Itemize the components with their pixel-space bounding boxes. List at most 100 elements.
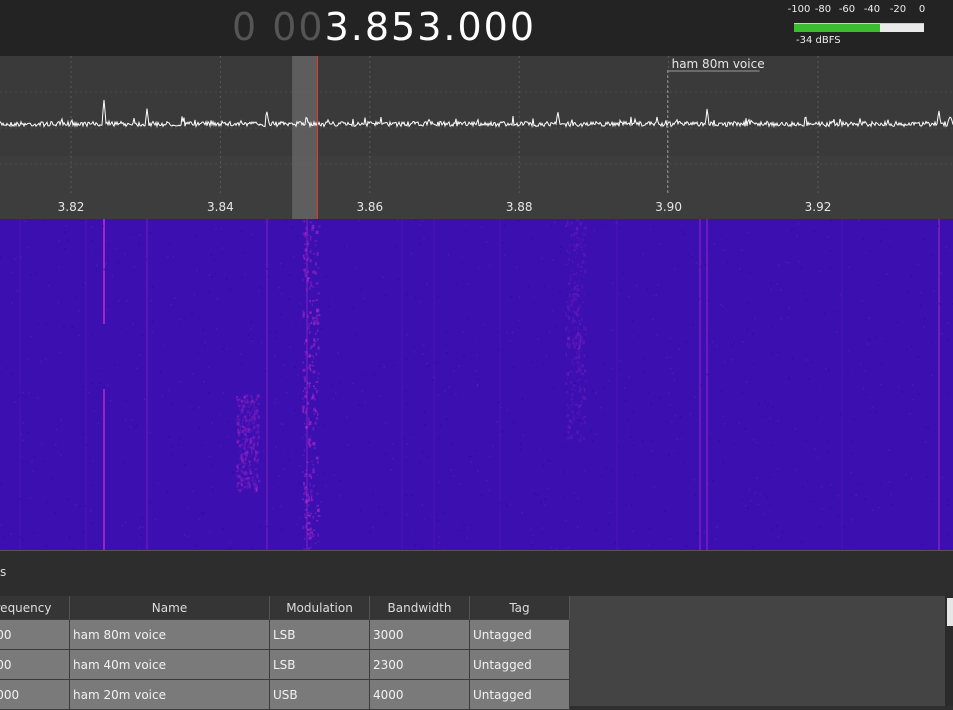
- waterfall-signal-dot: [310, 236, 312, 238]
- waterfall-noise: [721, 390, 723, 392]
- waterfall-noise: [438, 296, 440, 298]
- column-header-bandwidth[interactable]: Bandwidth: [370, 596, 470, 620]
- waterfall-noise: [463, 525, 465, 527]
- waterfall-signal-dot: [255, 454, 257, 457]
- column-header-modulation[interactable]: Modulation: [270, 596, 370, 620]
- waterfall-signal-dot: [311, 461, 313, 462]
- bookmarks-table[interactable]: requency Name Modulation Bandwidth Tag 0…: [0, 596, 945, 706]
- waterfall-noise: [415, 297, 417, 299]
- meter-reading: -34 dBFS: [796, 35, 841, 46]
- column-header-tag[interactable]: Tag: [470, 596, 570, 620]
- spectrum-svg[interactable]: ham 80m voice 3.823.843.863.883.903.92: [0, 56, 953, 219]
- waterfall-signal-dot: [583, 253, 586, 257]
- filter-passband[interactable]: [292, 56, 317, 219]
- waterfall-noise: [203, 381, 205, 383]
- table-row[interactable]: 0000 ham 80m voice LSB 3000 Untagged: [0, 620, 570, 650]
- waterfall-noise: [361, 390, 363, 392]
- waterfall-signal-dot: [308, 493, 309, 497]
- waterfall-signal-dot: [305, 525, 307, 529]
- waterfall-signal-dot: [576, 412, 579, 414]
- waterfall-noise: [202, 445, 204, 447]
- waterfall-signal-dot: [572, 301, 574, 303]
- waterfall-noise: [529, 286, 531, 288]
- column-header-name[interactable]: Name: [70, 596, 270, 620]
- waterfall-signal-dot: [577, 288, 579, 292]
- waterfall-noise: [106, 239, 108, 241]
- cell-name[interactable]: ham 40m voice: [70, 650, 270, 680]
- waterfall-noise: [78, 310, 80, 312]
- waterfall-signal-dot: [579, 223, 580, 225]
- waterfall-signal-dot: [302, 278, 303, 281]
- waterfall-signal-dot: [306, 280, 309, 283]
- waterfall-noise: [770, 282, 772, 284]
- waterfall-signal-dot: [243, 438, 245, 440]
- waterfall-noise: [865, 394, 867, 396]
- bookmark-marker-label[interactable]: ham 80m voice: [672, 57, 765, 71]
- waterfall-signal-dot: [302, 406, 305, 409]
- waterfall-noise: [632, 531, 634, 533]
- waterfall-noise: [462, 331, 464, 333]
- waterfall-noise: [146, 259, 148, 261]
- waterfall-noise: [274, 356, 276, 358]
- cell-bandwidth[interactable]: 2300: [370, 650, 470, 680]
- frequency-display[interactable]: 0 00 3.853.000: [232, 2, 536, 52]
- waterfall-noise: [836, 332, 838, 334]
- waterfall-noise: [58, 240, 60, 242]
- waterfall-signal-dot: [310, 281, 312, 285]
- waterfall-noise: [40, 361, 42, 363]
- waterfall-noise: [476, 370, 478, 372]
- waterfall-noise: [205, 345, 207, 347]
- cell-modulation[interactable]: LSB: [270, 620, 370, 650]
- waterfall-display[interactable]: [0, 219, 953, 550]
- waterfall-noise: [666, 357, 668, 359]
- meter-scale-label: -40: [864, 4, 880, 15]
- waterfall-noise: [124, 253, 126, 255]
- cell-bandwidth[interactable]: 3000: [370, 620, 470, 650]
- waterfall-noise: [196, 235, 198, 237]
- waterfall-noise: [500, 503, 502, 505]
- waterfall-noise: [31, 336, 33, 338]
- waterfall-signal-dot: [565, 225, 566, 228]
- table-row[interactable]: 50000 ham 20m voice USB 4000 Untagged: [0, 680, 570, 710]
- waterfall-noise: [347, 444, 349, 446]
- waterfall-noise: [193, 373, 195, 375]
- cell-tag[interactable]: Untagged: [470, 680, 570, 710]
- waterfall-signal-dot: [313, 370, 316, 373]
- cell-bandwidth[interactable]: 4000: [370, 680, 470, 710]
- waterfall-noise: [910, 275, 912, 277]
- waterfall-noise: [776, 525, 778, 527]
- cell-tag[interactable]: Untagged: [470, 650, 570, 680]
- frequency-active-digits[interactable]: 3.853.000: [325, 5, 536, 49]
- waterfall-signal-dot: [255, 407, 256, 408]
- waterfall-noise: [383, 276, 385, 278]
- waterfall-svg[interactable]: [0, 219, 953, 550]
- waterfall-signal-dot: [571, 389, 574, 390]
- frequency-leading-digits[interactable]: 0 00: [232, 5, 325, 49]
- waterfall-signal-dot: [574, 311, 577, 314]
- table-scrollbar[interactable]: [945, 596, 953, 706]
- waterfall-signal-dot: [576, 321, 577, 323]
- cell-name[interactable]: ham 80m voice: [70, 620, 270, 650]
- waterfall-signal-dot: [317, 267, 320, 269]
- waterfall-noise: [549, 331, 551, 333]
- waterfall-noise: [863, 388, 865, 390]
- cell-tag[interactable]: Untagged: [470, 620, 570, 650]
- waterfall-noise: [727, 262, 729, 264]
- cell-frequency[interactable]: 0500: [0, 650, 70, 680]
- waterfall-signal-dot: [239, 409, 242, 411]
- table-row[interactable]: 0500 ham 40m voice LSB 2300 Untagged: [0, 650, 570, 680]
- waterfall-noise: [522, 435, 524, 437]
- scrollbar-thumb[interactable]: [947, 598, 953, 626]
- cell-modulation[interactable]: LSB: [270, 650, 370, 680]
- frequency-tick-label: 3.92: [805, 200, 832, 214]
- waterfall-noise: [698, 298, 700, 300]
- waterfall-signal-dot: [307, 315, 309, 318]
- waterfall-noise: [502, 431, 504, 433]
- column-header-frequency[interactable]: requency: [0, 596, 70, 620]
- cell-modulation[interactable]: USB: [270, 680, 370, 710]
- waterfall-noise: [580, 283, 582, 285]
- cell-name[interactable]: ham 20m voice: [70, 680, 270, 710]
- spectrum-plot[interactable]: ham 80m voice 3.823.843.863.883.903.92: [0, 56, 953, 219]
- cell-frequency[interactable]: 50000: [0, 680, 70, 710]
- cell-frequency[interactable]: 0000: [0, 620, 70, 650]
